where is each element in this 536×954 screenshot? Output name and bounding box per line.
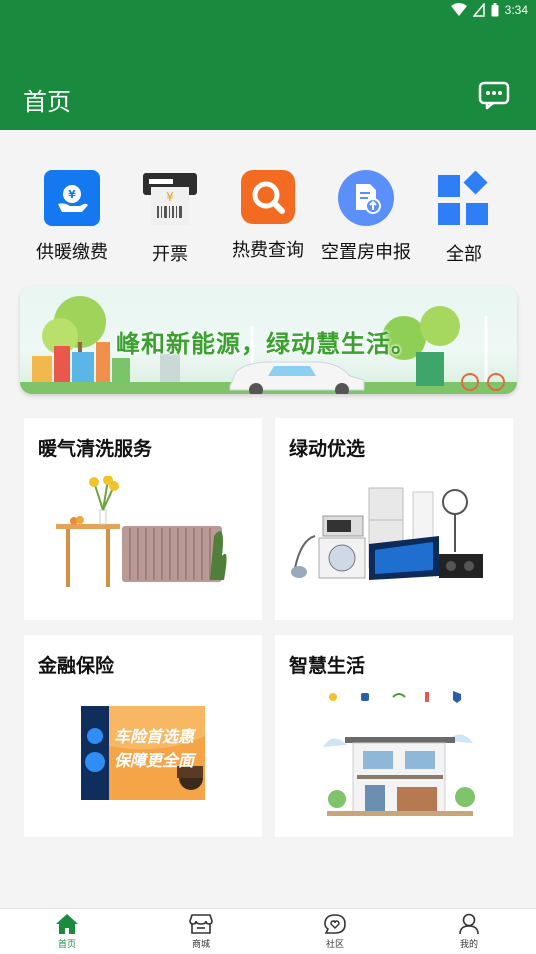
insurance-image-text-1: 车险首选惠 xyxy=(114,727,195,746)
card-title: 金融保险 xyxy=(38,655,115,677)
quick-action-label: 全部 xyxy=(446,244,482,265)
quick-action-heat-query[interactable]: 热费查询 xyxy=(219,160,317,270)
status-bar: 3:34 xyxy=(0,0,536,24)
tab-label: 我的 xyxy=(459,940,478,950)
card-finance-insurance[interactable]: 金融保险 车险首选惠 保障更全面 xyxy=(24,635,262,837)
battery-icon xyxy=(491,3,499,17)
all-icon xyxy=(435,170,493,228)
svg-text:¥: ¥ xyxy=(68,188,76,201)
tab-home[interactable]: 首页 xyxy=(0,909,134,954)
quick-actions: ¥ 供暖缴费 ¥ 开票 热费查询 空置房申报 全部 xyxy=(0,160,536,270)
quick-action-heating-payment[interactable]: ¥ 供暖缴费 xyxy=(23,160,121,270)
profile-icon xyxy=(459,913,479,935)
pay-icon: ¥ xyxy=(44,170,100,226)
svg-text:¥: ¥ xyxy=(166,190,174,204)
app-header: 首页 xyxy=(0,24,536,130)
quick-action-vacant-declare[interactable]: 空置房申报 xyxy=(317,160,415,270)
tab-label: 社区 xyxy=(325,940,344,950)
tab-profile[interactable]: 我的 xyxy=(402,909,536,954)
quick-action-label: 供暖缴费 xyxy=(36,242,108,263)
card-green-selection[interactable]: 绿动优选 xyxy=(275,418,513,620)
tab-label: 商城 xyxy=(191,940,210,950)
page-title: 首页 xyxy=(23,88,71,116)
card-title: 暖气清洗服务 xyxy=(38,438,153,460)
smart-home-image xyxy=(323,691,475,816)
wifi-icon xyxy=(450,3,467,16)
quick-action-all[interactable]: 全部 xyxy=(415,160,513,270)
banner-slogan: 峰和新能源，绿动慧生活。 xyxy=(116,330,416,358)
card-title: 智慧生活 xyxy=(289,655,366,677)
quick-action-invoice[interactable]: ¥ 开票 xyxy=(121,160,219,270)
bottom-tab-bar: 首页 商城 社区 我的 xyxy=(0,908,536,954)
search-icon xyxy=(241,170,295,224)
declare-icon xyxy=(338,170,394,226)
card-title: 绿动优选 xyxy=(289,438,366,460)
invoice-icon: ¥ xyxy=(141,170,199,228)
tab-label: 首页 xyxy=(57,940,76,950)
tab-community[interactable]: 社区 xyxy=(268,909,402,954)
promo-banner[interactable]: 峰和新能源，绿动慧生活。 xyxy=(20,286,517,394)
status-icons: 3:34 xyxy=(450,3,528,17)
signal-icon xyxy=(472,3,485,17)
community-icon xyxy=(324,914,346,934)
card-smart-life[interactable]: 智慧生活 xyxy=(275,635,513,837)
radiator-image xyxy=(56,476,227,587)
status-time: 3:34 xyxy=(504,3,528,17)
home-icon xyxy=(56,914,78,934)
shop-icon xyxy=(189,914,213,934)
message-icon[interactable] xyxy=(478,80,510,110)
quick-action-label: 开票 xyxy=(152,244,188,265)
quick-action-label: 热费查询 xyxy=(232,240,304,261)
insurance-image-text-2: 保障更全面 xyxy=(114,751,195,770)
card-radiator-cleaning[interactable]: 暖气清洗服务 xyxy=(24,418,262,620)
appliances-image xyxy=(291,487,483,580)
tab-shop[interactable]: 商城 xyxy=(134,909,268,954)
quick-action-label: 空置房申报 xyxy=(321,242,411,263)
